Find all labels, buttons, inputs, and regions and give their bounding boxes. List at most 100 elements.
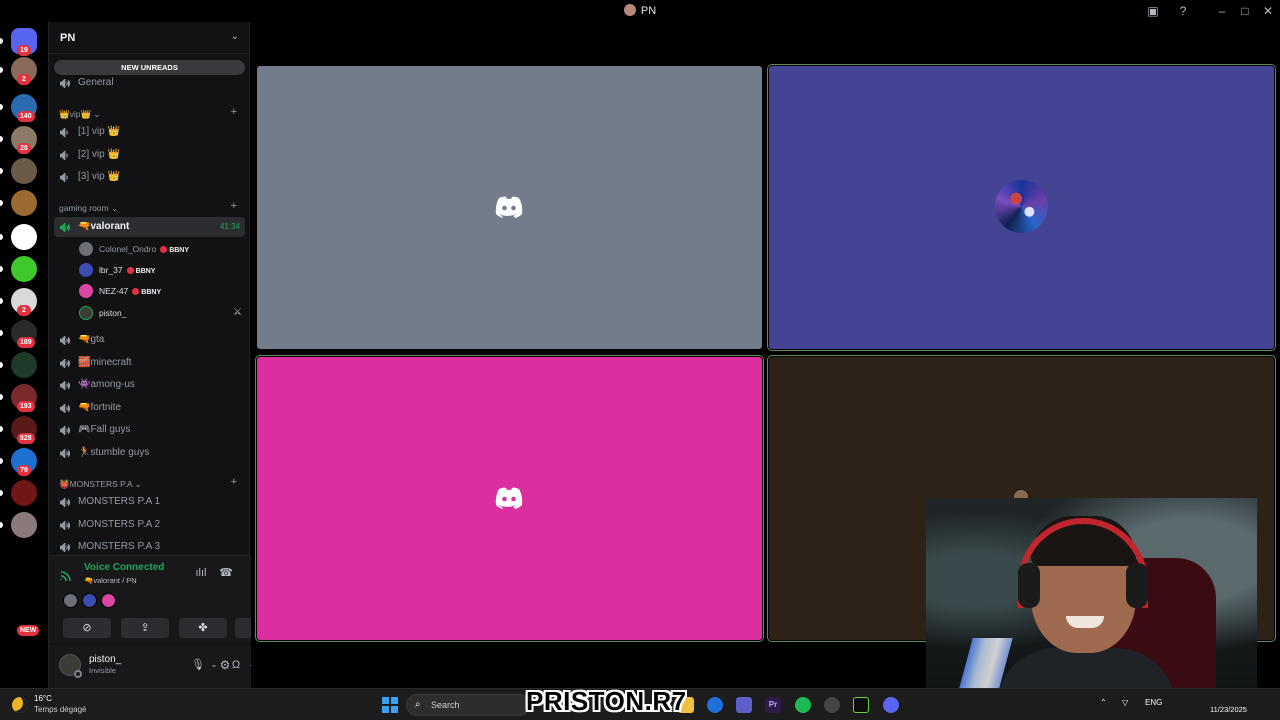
speaker-icon — [60, 498, 70, 507]
category-label: gaming room — [59, 203, 109, 213]
app-icon[interactable] — [853, 697, 869, 713]
server-icon-server-m[interactable] — [11, 480, 37, 506]
channel-vip-2[interactable]: [2] vip 👑 — [54, 145, 245, 165]
weather-moon-icon[interactable] — [12, 697, 28, 713]
channel-label: MONSTERS P.A 1 — [78, 496, 161, 507]
weather-description[interactable]: Temps dégagé — [34, 705, 86, 714]
tray-app-icon[interactable]: ▽ — [1122, 698, 1128, 707]
channel-gaming-1[interactable]: 🧱minecraft — [54, 353, 245, 373]
channel-general[interactable]: General — [54, 73, 245, 93]
speaker-icon — [60, 403, 70, 413]
server-icon-server-i[interactable] — [11, 352, 37, 378]
avatar[interactable] — [82, 593, 97, 608]
unread-indicator — [0, 104, 3, 110]
voice-status[interactable]: Voice Connected — [84, 562, 164, 573]
participant-tile[interactable] — [255, 355, 764, 642]
server-header[interactable]: PN ⌄ — [49, 22, 251, 54]
mention-badge: 2 — [17, 305, 31, 316]
close-icon[interactable]: ✕ — [1260, 3, 1276, 19]
microphone-icon[interactable]: 🎙︎ — [191, 658, 205, 672]
channel-monsters-0[interactable]: MONSTERS P.A 1 — [54, 492, 245, 512]
participant-tile[interactable] — [257, 66, 762, 349]
unread-indicator — [0, 266, 3, 272]
camera-off-button[interactable]: ⊘ — [63, 618, 111, 638]
signal-icon[interactable] — [59, 568, 75, 582]
disconnect-icon[interactable]: ☎ — [219, 566, 233, 580]
mention-badge: 2 — [17, 74, 31, 85]
add-channel-icon[interactable]: + — [231, 476, 237, 488]
add-channel-icon[interactable]: + — [231, 200, 237, 212]
channel-gaming-4[interactable]: 🎮Fall guys — [54, 420, 245, 440]
maximize-icon[interactable]: □ — [1237, 3, 1253, 19]
speaker-icon — [60, 381, 70, 391]
help-icon[interactable]: ? — [1175, 3, 1191, 19]
settings-gear-icon[interactable]: ⚙ — [218, 658, 232, 672]
speaker-locked-icon — [60, 128, 68, 137]
activities-button[interactable]: ✤ — [179, 618, 227, 638]
taskbar-search[interactable]: ⌕ Search — [406, 694, 530, 716]
unread-indicator — [0, 426, 3, 432]
participant-avatar — [995, 180, 1048, 233]
channel-monsters-1[interactable]: MONSTERS P.A 2 — [54, 515, 245, 535]
title-bar: PN ▣ ? – □ ✕ — [0, 0, 1280, 22]
crossed-swords-icon: ⚔ — [233, 307, 242, 318]
channel-gaming-0[interactable]: 🔫gta — [54, 330, 245, 350]
screen-share-button[interactable]: ⇪ — [121, 618, 169, 638]
speaker-icon — [60, 358, 70, 368]
voice-user[interactable]: Colonel_Ondro BBNY — [79, 240, 245, 258]
participant-tile[interactable] — [767, 64, 1276, 351]
server-icon-server-e[interactable] — [11, 224, 37, 250]
obs-icon[interactable] — [824, 697, 840, 713]
unread-indicator — [0, 168, 3, 174]
status-indicator — [74, 670, 82, 678]
server-icon-server-c[interactable] — [11, 158, 37, 184]
server-icon-server-n[interactable] — [11, 512, 37, 538]
taskbar-date[interactable]: 11/23/2025 — [1210, 705, 1247, 714]
voice-location[interactable]: 🔫valorant / PN — [84, 576, 137, 585]
windows-start-icon[interactable] — [382, 697, 398, 713]
minimize-icon[interactable]: – — [1214, 3, 1230, 19]
add-channel-icon[interactable]: + — [231, 106, 237, 118]
category-vip[interactable]: 👑vip👑 ⌄ — [59, 109, 101, 120]
voice-user[interactable]: lbr_37 BBNY — [79, 261, 245, 279]
mention-badge: 79 — [17, 465, 31, 476]
search-placeholder: Search — [431, 700, 460, 710]
speaker-locked-icon — [60, 151, 68, 160]
voice-user-name: Colonel_Ondro — [99, 244, 157, 254]
avatar[interactable] — [63, 593, 78, 608]
language-indicator[interactable]: ENG — [1145, 698, 1162, 707]
noise-suppression-icon[interactable]: ılıl — [194, 566, 208, 580]
server-name: PN — [60, 32, 76, 44]
channel-vip-3[interactable]: [3] vip 👑 — [54, 167, 245, 187]
channel-gaming-2[interactable]: 👾among-us — [54, 375, 245, 395]
username[interactable]: piston_ — [89, 654, 121, 665]
avatar[interactable] — [101, 593, 116, 608]
channel-valorant[interactable]: 🔫valorant 41:34 — [54, 217, 245, 237]
premiere-pro-icon[interactable]: Pr — [765, 697, 781, 713]
channel-gaming-5[interactable]: 🏃stumble guys — [54, 443, 245, 463]
teams-icon[interactable] — [736, 697, 752, 713]
streamer-brand-overlay: PRISTON.R7 — [526, 686, 687, 716]
tray-chevron-icon[interactable]: ⌃ — [1100, 698, 1107, 707]
inbox-icon[interactable]: ▣ — [1145, 3, 1161, 19]
avatar — [79, 242, 93, 256]
server-icon-server-f[interactable] — [11, 256, 37, 282]
category-monsters[interactable]: 👹MONSTERS P.A ⌄ — [59, 479, 142, 490]
voice-user[interactable]: NEZ-47 BBNY — [79, 282, 245, 300]
voice-user[interactable]: piston_ ⚔ — [79, 304, 245, 322]
unread-indicator — [0, 458, 3, 464]
window-title: PN — [0, 4, 1280, 17]
channel-gaming-3[interactable]: 🔫fortnite — [54, 398, 245, 418]
category-label: 👑vip👑 — [59, 109, 92, 119]
unread-indicator — [0, 67, 3, 73]
weather-temperature[interactable]: 16°C — [34, 694, 52, 703]
discord-taskbar-icon[interactable] — [883, 697, 899, 713]
voice-user-name: NEZ-47 — [99, 286, 129, 296]
channel-label: MONSTERS P.A 2 — [78, 518, 161, 530]
server-icon-server-d[interactable] — [11, 190, 37, 216]
edge-icon[interactable] — [707, 697, 723, 713]
voice-user-name: piston_ — [99, 308, 127, 318]
category-gaming-room[interactable]: gaming room ⌄ — [59, 203, 118, 214]
spotify-icon[interactable] — [795, 697, 811, 713]
channel-vip-1[interactable]: [1] vip 👑 — [54, 122, 245, 142]
